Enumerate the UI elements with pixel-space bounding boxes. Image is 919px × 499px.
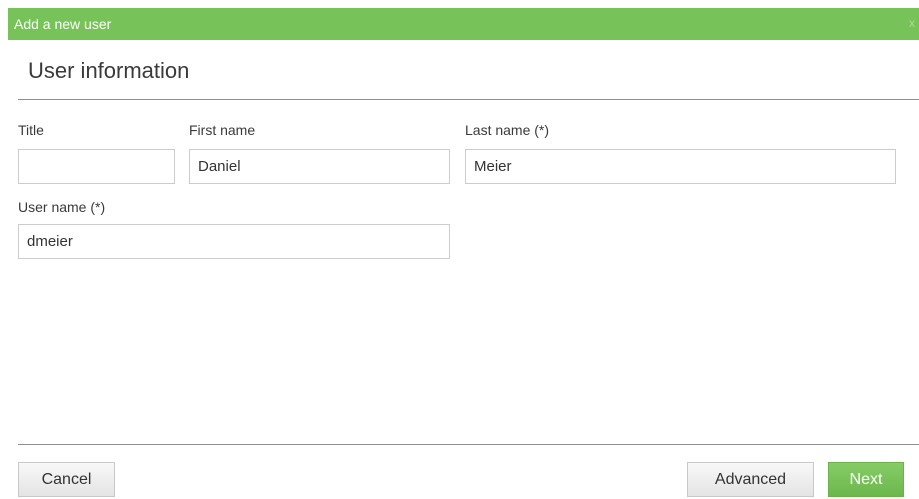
user-name-label: User name (*) [18, 199, 106, 215]
footer-divider [18, 444, 919, 445]
first-name-input[interactable] [189, 149, 450, 184]
cancel-button[interactable]: Cancel [18, 462, 115, 497]
last-name-input[interactable] [465, 149, 896, 184]
advanced-button[interactable]: Advanced [687, 462, 814, 497]
last-name-label: Last name (*) [465, 122, 550, 138]
first-name-label: First name [189, 122, 256, 138]
dialog-title: Add a new user [14, 16, 112, 32]
add-user-dialog: Add a new user x User information Title … [8, 8, 919, 499]
next-button[interactable]: Next [828, 462, 904, 497]
close-icon[interactable]: x [909, 16, 915, 30]
section-divider [18, 99, 919, 100]
section-title: User information [28, 58, 190, 83]
user-name-input[interactable] [18, 224, 450, 259]
dialog-titlebar: Add a new user x [8, 8, 919, 40]
title-label: Title [18, 122, 44, 138]
title-input[interactable] [18, 149, 175, 184]
